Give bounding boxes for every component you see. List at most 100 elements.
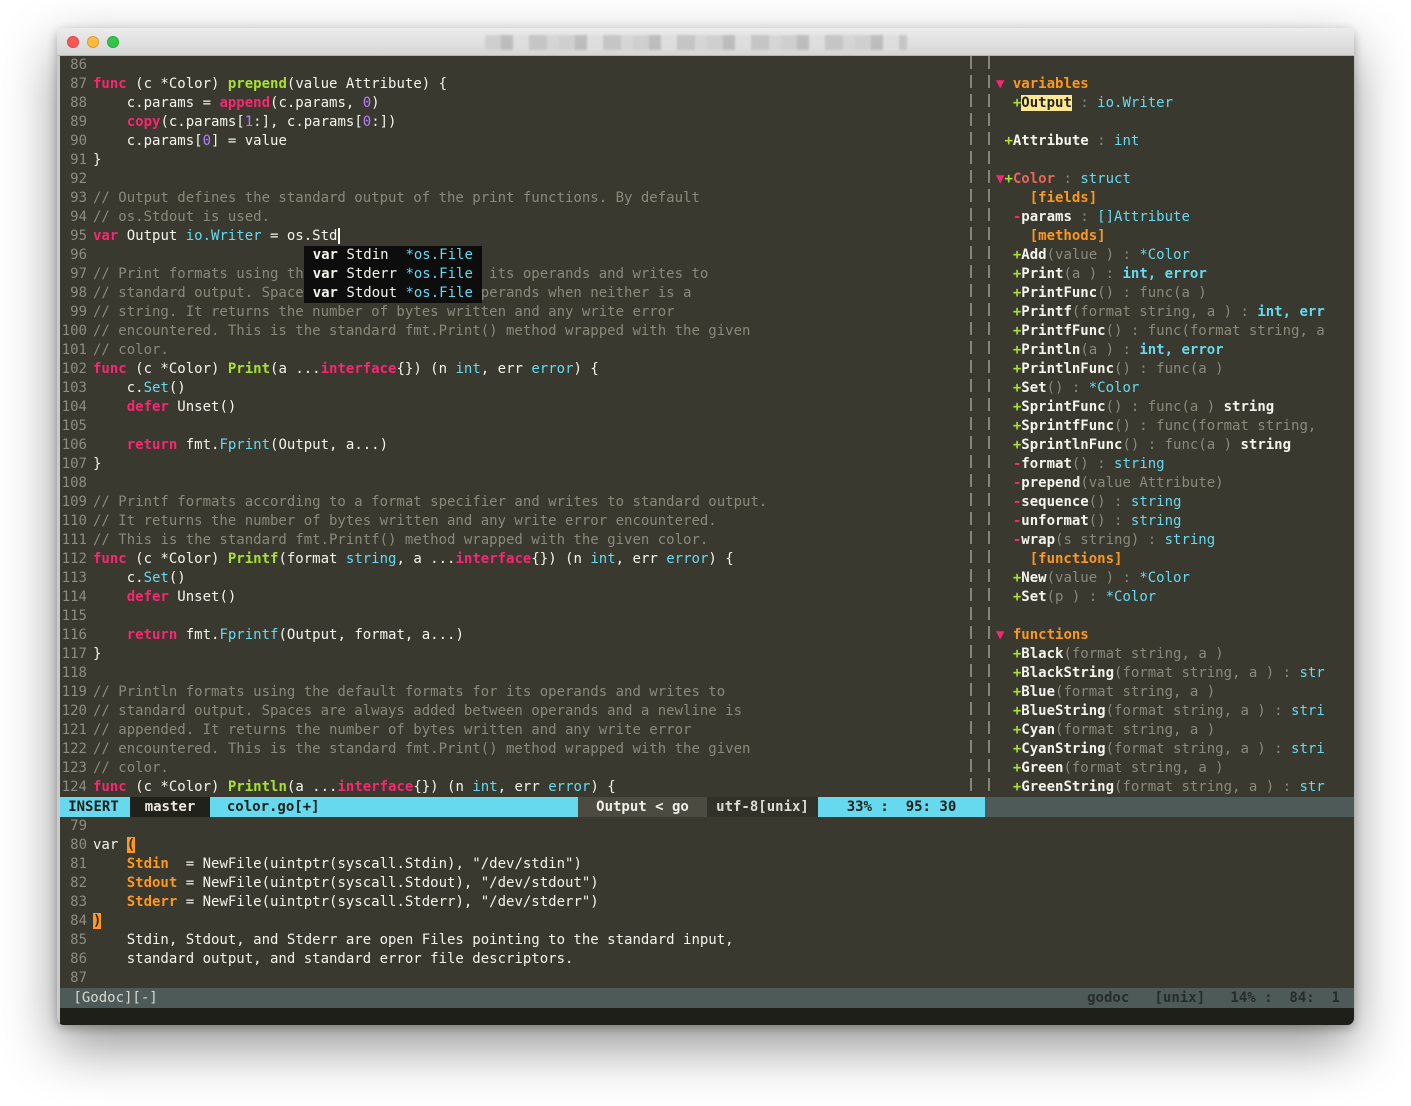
- tagbar-item[interactable]: +Attribute : int: [996, 132, 1354, 151]
- code-line[interactable]: 112func (c *Color) Printf(format string,…: [57, 550, 970, 569]
- godoc-line[interactable]: 85 Stdin, Stdout, and Stderr are open Fi…: [57, 931, 1354, 950]
- code-line[interactable]: 94// os.Stdout is used.: [57, 208, 970, 227]
- code-line[interactable]: 104 defer Unset(): [57, 398, 970, 417]
- code-line[interactable]: 120// standard output. Spaces are always…: [57, 702, 970, 721]
- tagbar-item[interactable]: +Output : io.Writer: [996, 94, 1354, 113]
- tagbar-item[interactable]: +Black(format string, a ): [996, 645, 1354, 664]
- tagbar-item[interactable]: +Set() : *Color: [996, 379, 1354, 398]
- autocomplete-popup[interactable]: var Stdin *os.Filevar Stderr *os.Filevar…: [304, 246, 482, 303]
- code-line[interactable]: 117}: [57, 645, 970, 664]
- godoc-line[interactable]: 83 Stderr = NewFile(uintptr(syscall.Stde…: [57, 893, 1354, 912]
- tagbar-item[interactable]: +New(value ) : *Color: [996, 569, 1354, 588]
- code-line[interactable]: 103 c.Set(): [57, 379, 970, 398]
- code-line[interactable]: 122// encountered. This is the standard …: [57, 740, 970, 759]
- autocomplete-item[interactable]: var Stdout *os.File: [304, 284, 482, 303]
- code-line[interactable]: 116 return fmt.Fprintf(Output, format, a…: [57, 626, 970, 645]
- godoc-preview-window[interactable]: 7980var (81 Stdin = NewFile(uintptr(sysc…: [57, 817, 1354, 988]
- tagbar-item[interactable]: [fields]: [996, 189, 1354, 208]
- tagbar-item[interactable]: +BlackString(format string, a ) : str: [996, 664, 1354, 683]
- godoc-line[interactable]: 79: [57, 817, 1354, 836]
- code-line[interactable]: 95var Output io.Writer = os.Std: [57, 227, 970, 246]
- code-line[interactable]: 119// Println formats using the default …: [57, 683, 970, 702]
- code-line[interactable]: 105: [57, 417, 970, 436]
- code-line[interactable]: 106 return fmt.Fprint(Output, a...): [57, 436, 970, 455]
- tagbar-item[interactable]: +Print(a ) : int, error: [996, 265, 1354, 284]
- tagbar-item[interactable]: +GreenString(format string, a ) : str: [996, 778, 1354, 797]
- tagbar-item[interactable]: [996, 607, 1354, 626]
- tagbar-item[interactable]: +Cyan(format string, a ): [996, 721, 1354, 740]
- zoom-window-button[interactable]: [107, 36, 119, 48]
- tagbar-item[interactable]: [996, 151, 1354, 170]
- code-line[interactable]: 96: [57, 246, 970, 265]
- tagbar-item[interactable]: ▼+Color : struct: [996, 170, 1354, 189]
- code-line[interactable]: 102func (c *Color) Print(a ...interface{…: [57, 360, 970, 379]
- tagbar-item[interactable]: -sequence() : string: [996, 493, 1354, 512]
- autocomplete-item[interactable]: var Stderr *os.File: [304, 265, 482, 284]
- tagbar-item[interactable]: -params : []Attribute: [996, 208, 1354, 227]
- code-line[interactable]: 87func (c *Color) prepend(value Attribut…: [57, 75, 970, 94]
- tagbar-item[interactable]: +Add(value ) : *Color: [996, 246, 1354, 265]
- tagbar-item[interactable]: +PrintFunc() : func(a ): [996, 284, 1354, 303]
- line-number: 119: [57, 683, 87, 702]
- tagbar-item[interactable]: [methods]: [996, 227, 1354, 246]
- code-line[interactable]: 113 c.Set(): [57, 569, 970, 588]
- autocomplete-item[interactable]: var Stdin *os.File: [304, 246, 482, 265]
- code-line[interactable]: 110// It returns the number of bytes wri…: [57, 512, 970, 531]
- code-line[interactable]: 88 c.params = append(c.params, 0): [57, 94, 970, 113]
- tagbar-item[interactable]: +Printf(format string, a ) : int, err: [996, 303, 1354, 322]
- tagbar-item[interactable]: -unformat() : string: [996, 512, 1354, 531]
- code-line[interactable]: 115: [57, 607, 970, 626]
- tagbar-item[interactable]: +PrintlnFunc() : func(a ): [996, 360, 1354, 379]
- code-line[interactable]: 109// Printf formats according to a form…: [57, 493, 970, 512]
- tagbar-item[interactable]: +SprintFunc() : func(a ) string: [996, 398, 1354, 417]
- code-line[interactable]: 91}: [57, 151, 970, 170]
- code-line[interactable]: 107}: [57, 455, 970, 474]
- tagbar-item[interactable]: +CyanString(format string, a ) : stri: [996, 740, 1354, 759]
- code-line[interactable]: 124func (c *Color) Println(a ...interfac…: [57, 778, 970, 797]
- tagbar-item[interactable]: +Println(a ) : int, error: [996, 341, 1354, 360]
- tagbar-item[interactable]: -prepend(value Attribute): [996, 474, 1354, 493]
- close-window-button[interactable]: [67, 36, 79, 48]
- tagbar-item[interactable]: -wrap(s string) : string: [996, 531, 1354, 550]
- code-line[interactable]: 100// encountered. This is the standard …: [57, 322, 970, 341]
- tagbar-item[interactable]: +Blue(format string, a ): [996, 683, 1354, 702]
- tagbar-item[interactable]: +SprintfFunc() : func(format string,: [996, 417, 1354, 436]
- tagbar-item[interactable]: +PrintfFunc() : func(format string, a: [996, 322, 1354, 341]
- tagbar-panel[interactable]: ▼ variables +Output : io.Writer +Attribu…: [990, 56, 1354, 797]
- code-line[interactable]: 89 copy(c.params[1:], c.params[0:]): [57, 113, 970, 132]
- code-line[interactable]: 86: [57, 56, 970, 75]
- code-line[interactable]: 108: [57, 474, 970, 493]
- code-line[interactable]: 118: [57, 664, 970, 683]
- code-line[interactable]: 97// Print formats using the default for…: [57, 265, 970, 284]
- tagbar-item[interactable]: +SprintlnFunc() : func(a ) string: [996, 436, 1354, 455]
- code-line[interactable]: 114 defer Unset(): [57, 588, 970, 607]
- code-line[interactable]: 93// Output defines the standard output …: [57, 189, 970, 208]
- code-line[interactable]: 99// string. It returns the number of by…: [57, 303, 970, 322]
- code-line[interactable]: 121// appended. It returns the number of…: [57, 721, 970, 740]
- tagbar-item[interactable]: +Green(format string, a ): [996, 759, 1354, 778]
- tagbar-item[interactable]: +Set(p ) : *Color: [996, 588, 1354, 607]
- tagbar-item[interactable]: [functions]: [996, 550, 1354, 569]
- tagbar-item[interactable]: [996, 56, 1354, 75]
- code-line[interactable]: 111// This is the standard fmt.Printf() …: [57, 531, 970, 550]
- code-line[interactable]: 101// color.: [57, 341, 970, 360]
- code-line[interactable]: 123// color.: [57, 759, 970, 778]
- code-line[interactable]: 98// standard output. Spaces are added b…: [57, 284, 970, 303]
- tagbar-item[interactable]: -format() : string: [996, 455, 1354, 474]
- tagbar-item[interactable]: [996, 113, 1354, 132]
- godoc-line[interactable]: 80var (: [57, 836, 1354, 855]
- tagbar-item[interactable]: ▼ functions: [996, 626, 1354, 645]
- godoc-line[interactable]: 86 standard output, and standard error f…: [57, 950, 1354, 969]
- tagbar-item[interactable]: ▼ variables: [996, 75, 1354, 94]
- vim-command-line[interactable]: -- INSERT --: [57, 1008, 1354, 1025]
- code-line[interactable]: 90 c.params[0] = value: [57, 132, 970, 151]
- minimize-window-button[interactable]: [87, 36, 99, 48]
- godoc-line[interactable]: 84): [57, 912, 1354, 931]
- godoc-line[interactable]: 87: [57, 969, 1354, 988]
- tagbar-item[interactable]: +BlueString(format string, a ) : stri: [996, 702, 1354, 721]
- godoc-line[interactable]: 82 Stdout = NewFile(uintptr(syscall.Stdo…: [57, 874, 1354, 893]
- code-editor[interactable]: 8687func (c *Color) prepend(value Attrib…: [57, 56, 970, 797]
- vertical-split-separator[interactable]: [970, 56, 972, 797]
- code-line[interactable]: 92: [57, 170, 970, 189]
- godoc-line[interactable]: 81 Stdin = NewFile(uintptr(syscall.Stdin…: [57, 855, 1354, 874]
